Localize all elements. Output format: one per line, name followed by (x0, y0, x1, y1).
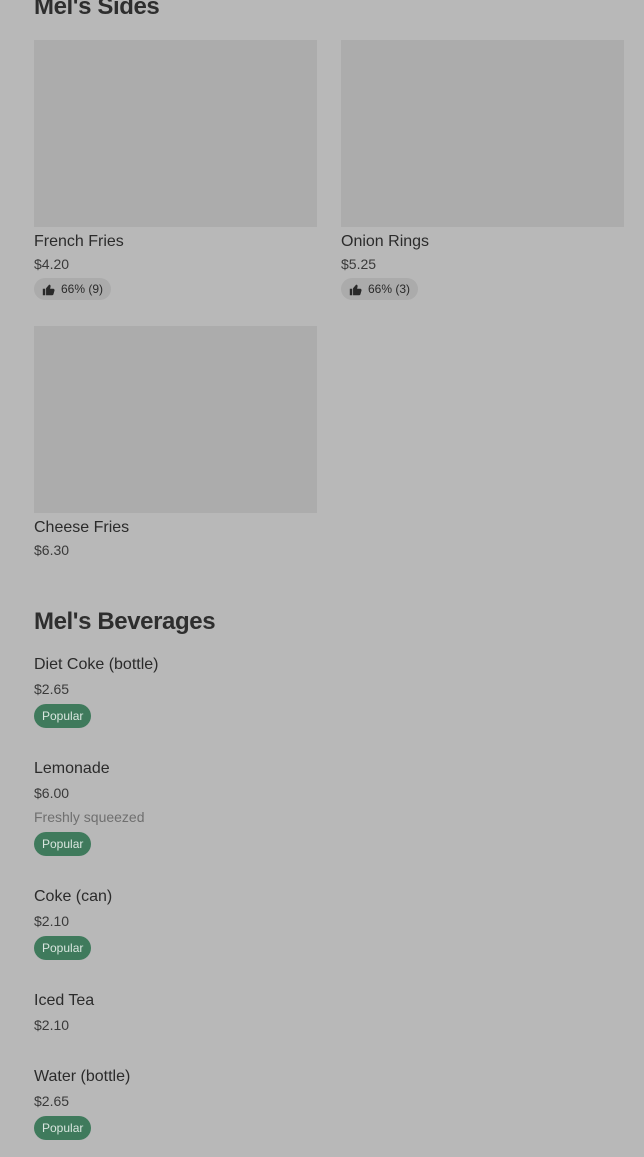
item-name: Onion Rings (341, 233, 430, 250)
item-name: Iced Tea (34, 992, 95, 1009)
menu-item-card[interactable]: French Fries $4.20 66% (9) (34, 40, 317, 301)
beverages-section-title: Mel's Beverages (34, 608, 216, 635)
item-name: Diet Coke (bottle) (34, 656, 159, 673)
item-name: French Fries (34, 233, 124, 250)
item-name: Lemonade (34, 760, 110, 777)
item-image-placeholder[interactable] (34, 326, 317, 513)
item-price: $2.10 (34, 913, 70, 929)
item-price: $2.65 (34, 681, 70, 697)
item-name: Water (bottle) (34, 1068, 131, 1085)
sides-section-title: Mel's Sides (34, 0, 160, 20)
popular-badge: Popular (34, 832, 92, 856)
popular-badge: Popular (34, 936, 92, 960)
item-name: Coke (can) (34, 888, 113, 905)
item-image-placeholder[interactable] (34, 40, 317, 227)
beverage-item[interactable]: Water (bottle) $2.65 Popular (34, 1067, 130, 1140)
rating-text: 66% (9) (61, 282, 104, 296)
item-price: $2.10 (34, 1017, 70, 1033)
beverage-item[interactable]: Lemonade $6.00 Freshly squeezed Popular (34, 759, 145, 856)
item-price: $6.30 (34, 542, 70, 558)
menu-item-card[interactable]: Onion Rings $5.25 66% (3) (341, 40, 624, 301)
popular-badge: Popular (34, 1116, 92, 1140)
popular-badge: Popular (34, 704, 92, 728)
rating-badge: 66% (3) (341, 278, 419, 300)
beverage-item[interactable]: Coke (can) $2.10 Popular (34, 887, 112, 960)
rating-badge: 66% (9) (34, 278, 112, 300)
item-price: $2.65 (34, 1093, 70, 1109)
thumbs-up-icon (349, 284, 362, 295)
beverage-item[interactable]: Diet Coke (bottle) $2.65 Popular (34, 655, 159, 728)
menu-item-card[interactable]: Cheese Fries $6.30 (34, 326, 317, 559)
thumbs-up-icon (42, 284, 55, 295)
beverage-item[interactable]: Iced Tea $2.10 (34, 991, 94, 1034)
rating-text: 66% (3) (368, 282, 411, 296)
item-price: $6.00 (34, 785, 70, 801)
item-price: $5.25 (341, 256, 377, 272)
item-price: $4.20 (34, 256, 70, 272)
item-image-placeholder[interactable] (341, 40, 624, 227)
item-name: Cheese Fries (34, 519, 130, 536)
item-description: Freshly squeezed (34, 809, 145, 825)
